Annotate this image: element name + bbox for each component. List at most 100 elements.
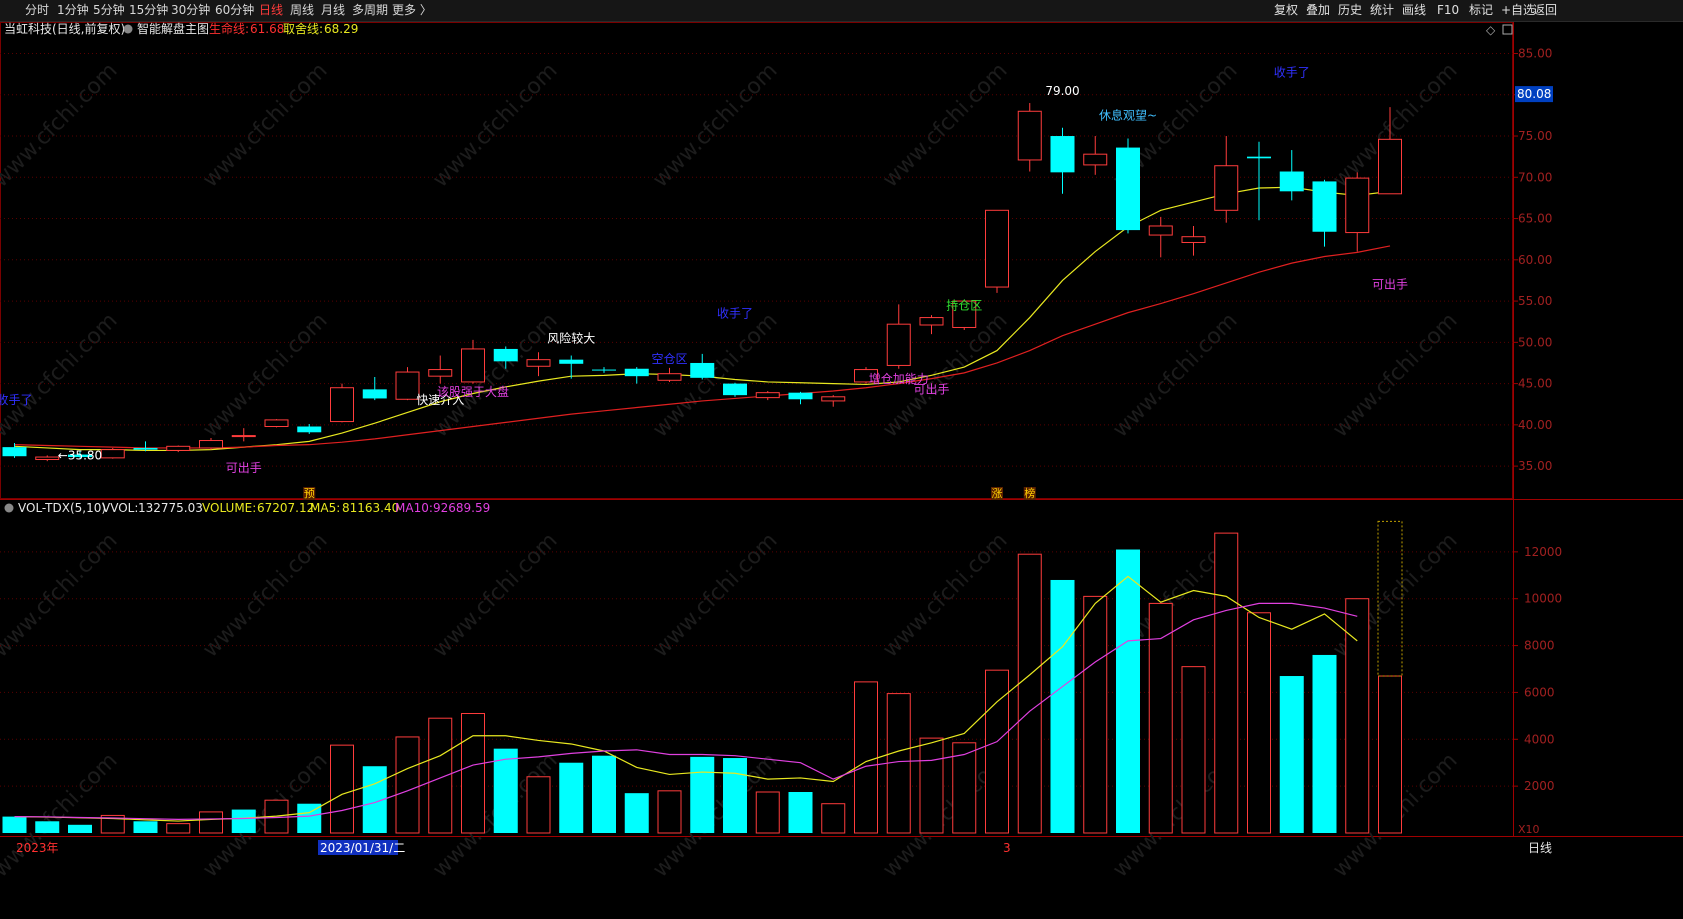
volume-bar <box>231 809 256 833</box>
candle-body <box>755 392 780 399</box>
ma5-label: MA5: <box>310 501 340 515</box>
volume-bar <box>1017 553 1042 834</box>
period-tab-5[interactable]: 60分钟 <box>215 3 254 18</box>
toolbar-button-4[interactable]: 画线 <box>1398 2 1430 19</box>
watermark: www.cfchi.com <box>0 528 123 662</box>
volume-value: 67207.12 <box>257 501 314 515</box>
volume-tick-label: 6000 <box>1524 685 1555 699</box>
candle-body <box>592 369 616 371</box>
volume-bar <box>1312 654 1337 833</box>
volume-bar <box>559 762 584 833</box>
candle-body <box>821 396 846 402</box>
candle <box>1312 179 1337 247</box>
period-tab-1[interactable]: 1分钟 <box>57 3 89 18</box>
candle <box>264 419 289 428</box>
volume-bar <box>199 811 223 834</box>
period-tab-6[interactable]: 日线 <box>259 3 283 18</box>
candle <box>592 367 616 373</box>
candle <box>1214 136 1239 223</box>
toolbar-button-1[interactable]: 叠加 <box>1302 2 1334 19</box>
ma5-value: 81163.40 <box>342 501 399 515</box>
price-tick-label: 70.00 <box>1518 170 1552 184</box>
candle <box>1247 141 1271 221</box>
volume-bar <box>428 717 453 834</box>
price-tick-label: 65.00 <box>1518 212 1552 226</box>
price-tick-label: 60.00 <box>1518 253 1552 267</box>
candle-body <box>493 348 518 362</box>
chart-annotation: 可出手 <box>226 461 262 475</box>
toolbar-button-2[interactable]: 历史 <box>1334 2 1366 19</box>
toolbar: 分时 1分钟 5分钟 15分钟 30分钟 60分钟 日线 周线 月线 多周期 更多 〉 复权 叠加 历史统… <box>0 0 1683 22</box>
candle-body <box>1050 136 1075 173</box>
chart-annotation: 可出手 <box>913 382 949 396</box>
candle <box>1279 150 1304 201</box>
price-tick-label: 75.00 <box>1518 129 1552 143</box>
ma10-label: MA10: <box>395 501 433 515</box>
volume-bar <box>395 736 420 834</box>
take-line-label: 取舍线: <box>283 22 323 36</box>
candle-body <box>264 419 289 428</box>
period-tab-3[interactable]: 15分钟 <box>129 3 168 18</box>
candle <box>231 428 256 442</box>
candle <box>362 376 387 401</box>
chart-annotation: 收手了 <box>717 307 753 321</box>
candle <box>1083 136 1108 175</box>
volume-bar <box>133 821 158 833</box>
indicator-dropdown-icon <box>123 24 133 34</box>
candle-body <box>1345 177 1370 234</box>
candle <box>919 315 944 335</box>
candle-body <box>886 323 911 366</box>
watermark: www.cfchi.com <box>0 58 123 192</box>
watermark: www.cfchi.com <box>1328 308 1462 442</box>
period-tab-10[interactable]: 更多 〉 <box>392 3 432 18</box>
kline-chart[interactable]: www.cfchi.com www.cfchi.com www.cfchi.com w… <box>0 22 1683 919</box>
candle-body <box>559 359 584 364</box>
period-tab-4[interactable]: 30分钟 <box>171 3 210 18</box>
candle <box>624 367 649 384</box>
volume-bar <box>1181 666 1206 834</box>
candle <box>461 339 485 384</box>
candle-body <box>133 447 158 450</box>
volume-bar <box>68 824 92 833</box>
current-price-tag: 80.08 <box>1517 87 1551 101</box>
vvol-value: 132775.03 <box>138 501 203 515</box>
volume-bar <box>461 713 485 834</box>
period-tab-7[interactable]: 周线 <box>290 3 314 18</box>
toolbar-button-0[interactable]: 复权 <box>1270 2 1302 19</box>
candle-body <box>1181 236 1206 243</box>
candle-body <box>1017 110 1042 161</box>
volume-bar <box>1247 612 1271 834</box>
volume-bar <box>1148 602 1173 834</box>
price-tick-label: 35.00 <box>1518 459 1552 473</box>
toolbar-button-6[interactable]: 标记 <box>1465 2 1497 19</box>
candle <box>428 355 453 384</box>
volume-bar <box>1279 676 1304 833</box>
panel-toggle-icon <box>1502 24 1513 35</box>
candle-body <box>1378 138 1402 195</box>
candle-body <box>1279 171 1304 192</box>
period-tab-8[interactable]: 月线 <box>321 3 345 18</box>
ma10-value: 92689.59 <box>433 501 490 515</box>
volume-bar <box>2 816 27 833</box>
volume-tick-label: 8000 <box>1524 639 1555 653</box>
period-tab-9[interactable]: 多周期 <box>352 3 388 18</box>
candle <box>1345 172 1370 252</box>
candle <box>100 447 125 459</box>
toolbar-button-3[interactable]: 统计 <box>1366 2 1398 19</box>
period-tab-0[interactable]: 分时 <box>25 3 49 18</box>
watermark: www.cfchi.com <box>878 58 1012 192</box>
chart-annotation: 风险较大 <box>547 330 595 345</box>
period-tab-2[interactable]: 5分钟 <box>93 3 125 18</box>
volume-bar <box>592 755 616 833</box>
candle <box>166 445 191 453</box>
candle <box>690 353 715 380</box>
candle-body <box>199 440 223 449</box>
price-tick-label: 45.00 <box>1518 377 1552 391</box>
candle-body <box>1247 156 1271 159</box>
watermark: www.cfchi.com <box>648 58 782 192</box>
volume-bar <box>821 803 846 834</box>
year-label: 2023年 <box>16 841 59 855</box>
volume-indicator-label: VOL-TDX(5,10) <box>18 501 106 515</box>
toolbar-button-5[interactable]: F10 <box>1433 2 1463 19</box>
toolbar-button-8[interactable]: 返回 <box>1529 2 1561 19</box>
